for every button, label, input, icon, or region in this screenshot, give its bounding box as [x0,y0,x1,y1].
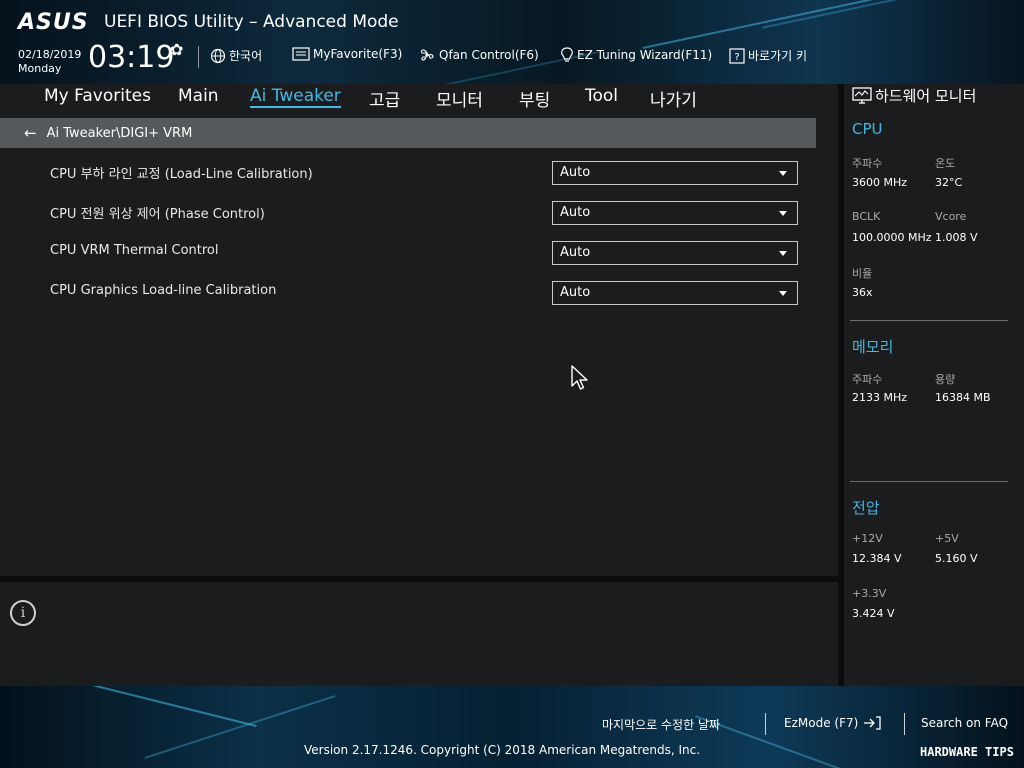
date-text: 02/18/2019 [18,48,82,61]
cpu-vcore-label: Vcore [935,210,967,223]
cpu-vcore-value: 1.008 V [935,231,978,244]
clock-time: 03:19 [88,40,175,75]
cpu-freq-value: 3600 MHz [852,176,908,189]
setting-label-graphics-llc: CPU Graphics Load-line Calibration [50,283,277,298]
exit-arrow-icon [864,716,881,730]
hotkey-button[interactable]: ? 바로가기 키 [729,47,807,64]
v12-label: +12V [852,532,883,545]
vrm-thermal-select[interactable]: Auto [552,241,798,265]
chevron-down-icon [779,291,787,296]
myfavorite-label: MyFavorite(F3) [313,47,403,61]
decor-streak [23,686,257,728]
tab-my-favorites[interactable]: My Favorites [44,86,151,106]
cpu-bclk-label: BCLK [852,210,881,223]
v12-value: 12.384 V [852,552,902,565]
weekday-text: Monday [18,62,62,75]
info-icon: i [10,600,36,626]
hardware-monitor-title: 하드웨어 모니터 [852,85,976,106]
footer-bar: 마지막으로 수정한 날짜 EzMode (F7) Search on FAQ V… [0,686,1024,768]
favorite-list-icon [292,47,310,61]
cpu-section-title: CPU [852,120,883,138]
mem-capacity-label: 용량 [935,373,956,386]
help-info-bar: i [0,582,838,686]
mem-capacity-value: 16384 MB [935,391,991,404]
breadcrumb[interactable]: ← Ai Tweaker\DIGI+ VRM [0,118,816,148]
mouse-cursor-icon [571,365,588,390]
hardware-monitor-panel: 하드웨어 모니터 CPU 주파수 온도 3600 MHz 32°C BCLK V… [844,84,1020,686]
graphics-llc-select[interactable]: Auto [552,281,798,305]
ezmode-button[interactable]: EzMode (F7) [784,716,882,730]
setting-label-vrm-thermal: CPU VRM Thermal Control [50,243,219,258]
chevron-down-icon [779,211,787,216]
date-display: 02/18/2019 Monday [18,48,81,76]
mem-freq-value: 2133 MHz [852,391,908,404]
tab-boot[interactable]: 부팅 [519,86,550,111]
footer-divider [904,713,905,735]
chevron-down-icon [779,171,787,176]
header-divider [198,46,199,68]
phase-control-select[interactable]: Auto [552,201,798,225]
asus-logo: ASUS [18,10,89,35]
version-info: Version 2.17.1246. Copyright (C) 2018 Am… [304,743,701,757]
ez-tuning-button[interactable]: EZ Tuning Wizard(F11) [560,47,712,63]
mem-freq-label: 주파수 [852,373,883,386]
vrm-thermal-value: Auto [560,245,591,260]
setting-label-llc: CPU 부하 라인 교정 (Load-Line Calibration) [50,167,313,182]
tab-advanced[interactable]: 고급 [369,86,400,111]
help-key-icon: ? [729,47,745,64]
tab-ai-tweaker[interactable]: Ai Tweaker [250,86,341,108]
qfan-label: Qfan Control(F6) [439,48,539,62]
last-modified-button[interactable]: 마지막으로 수정한 날짜 [602,716,720,733]
cpu-temp-value: 32°C [935,176,963,189]
footer-divider [765,713,766,735]
settings-panel: CPU 부하 라인 교정 (Load-Line Calibration) Aut… [0,148,838,576]
graphics-llc-value: Auto [560,285,591,300]
section-separator [850,481,1008,482]
lightbulb-icon [561,47,573,62]
memory-section-title: 메모리 [852,338,894,356]
tab-tool[interactable]: Tool [585,86,618,106]
voltage-section-title: 전압 [852,499,880,517]
back-arrow-icon[interactable]: ← [24,124,37,142]
svg-text:?: ? [734,52,739,63]
header-bar: ASUS UEFI BIOS Utility – Advanced Mode 0… [0,0,1024,84]
llc-select-value: Auto [560,165,591,180]
myfavorite-button[interactable]: MyFavorite(F3) [292,47,402,61]
section-separator [850,320,1008,321]
phase-control-value: Auto [560,205,591,220]
breadcrumb-path: Ai Tweaker\DIGI+ VRM [46,125,193,141]
tab-main[interactable]: Main [178,86,219,106]
hardware-monitor-label: 하드웨어 모니터 [875,87,977,105]
v5-label: +5V [935,532,959,545]
tab-exit[interactable]: 나가기 [650,86,697,111]
v5-value: 5.160 V [935,552,978,565]
qfan-button[interactable]: Qfan Control(F6) [418,47,539,63]
llc-select[interactable]: Auto [552,161,798,185]
globe-icon [210,48,226,63]
watermark: HARDWARE TIPS [920,745,1014,759]
app-title: UEFI BIOS Utility – Advanced Mode [104,12,399,32]
setting-label-phase: CPU 전원 위상 제어 (Phase Control) [50,207,265,222]
hotkey-label: 바로가기 키 [748,49,808,63]
v33-label: +3.3V [852,587,887,600]
tab-monitor[interactable]: 모니터 [436,86,483,111]
chevron-down-icon [779,251,787,256]
ez-tuning-label: EZ Tuning Wizard(F11) [577,48,713,62]
monitor-icon [852,86,872,104]
cpu-temp-label: 온도 [935,157,956,170]
cpu-freq-label: 주파수 [852,157,883,170]
gear-icon[interactable]: ✿ [170,40,183,59]
v33-value: 3.424 V [852,607,895,620]
search-faq-button[interactable]: Search on FAQ [921,716,1008,730]
cpu-ratio-label: 비율 [852,267,873,280]
fan-icon [420,49,434,61]
language-label: 한국어 [229,49,263,63]
cpu-ratio-value: 36x [852,286,873,299]
cpu-bclk-value: 100.0000 MHz [852,231,932,244]
language-button[interactable]: 한국어 [210,47,262,64]
main-nav: My Favorites Main Ai Tweaker 고급 모니터 부팅 T… [0,84,838,112]
ezmode-label: EzMode (F7) [784,716,859,730]
